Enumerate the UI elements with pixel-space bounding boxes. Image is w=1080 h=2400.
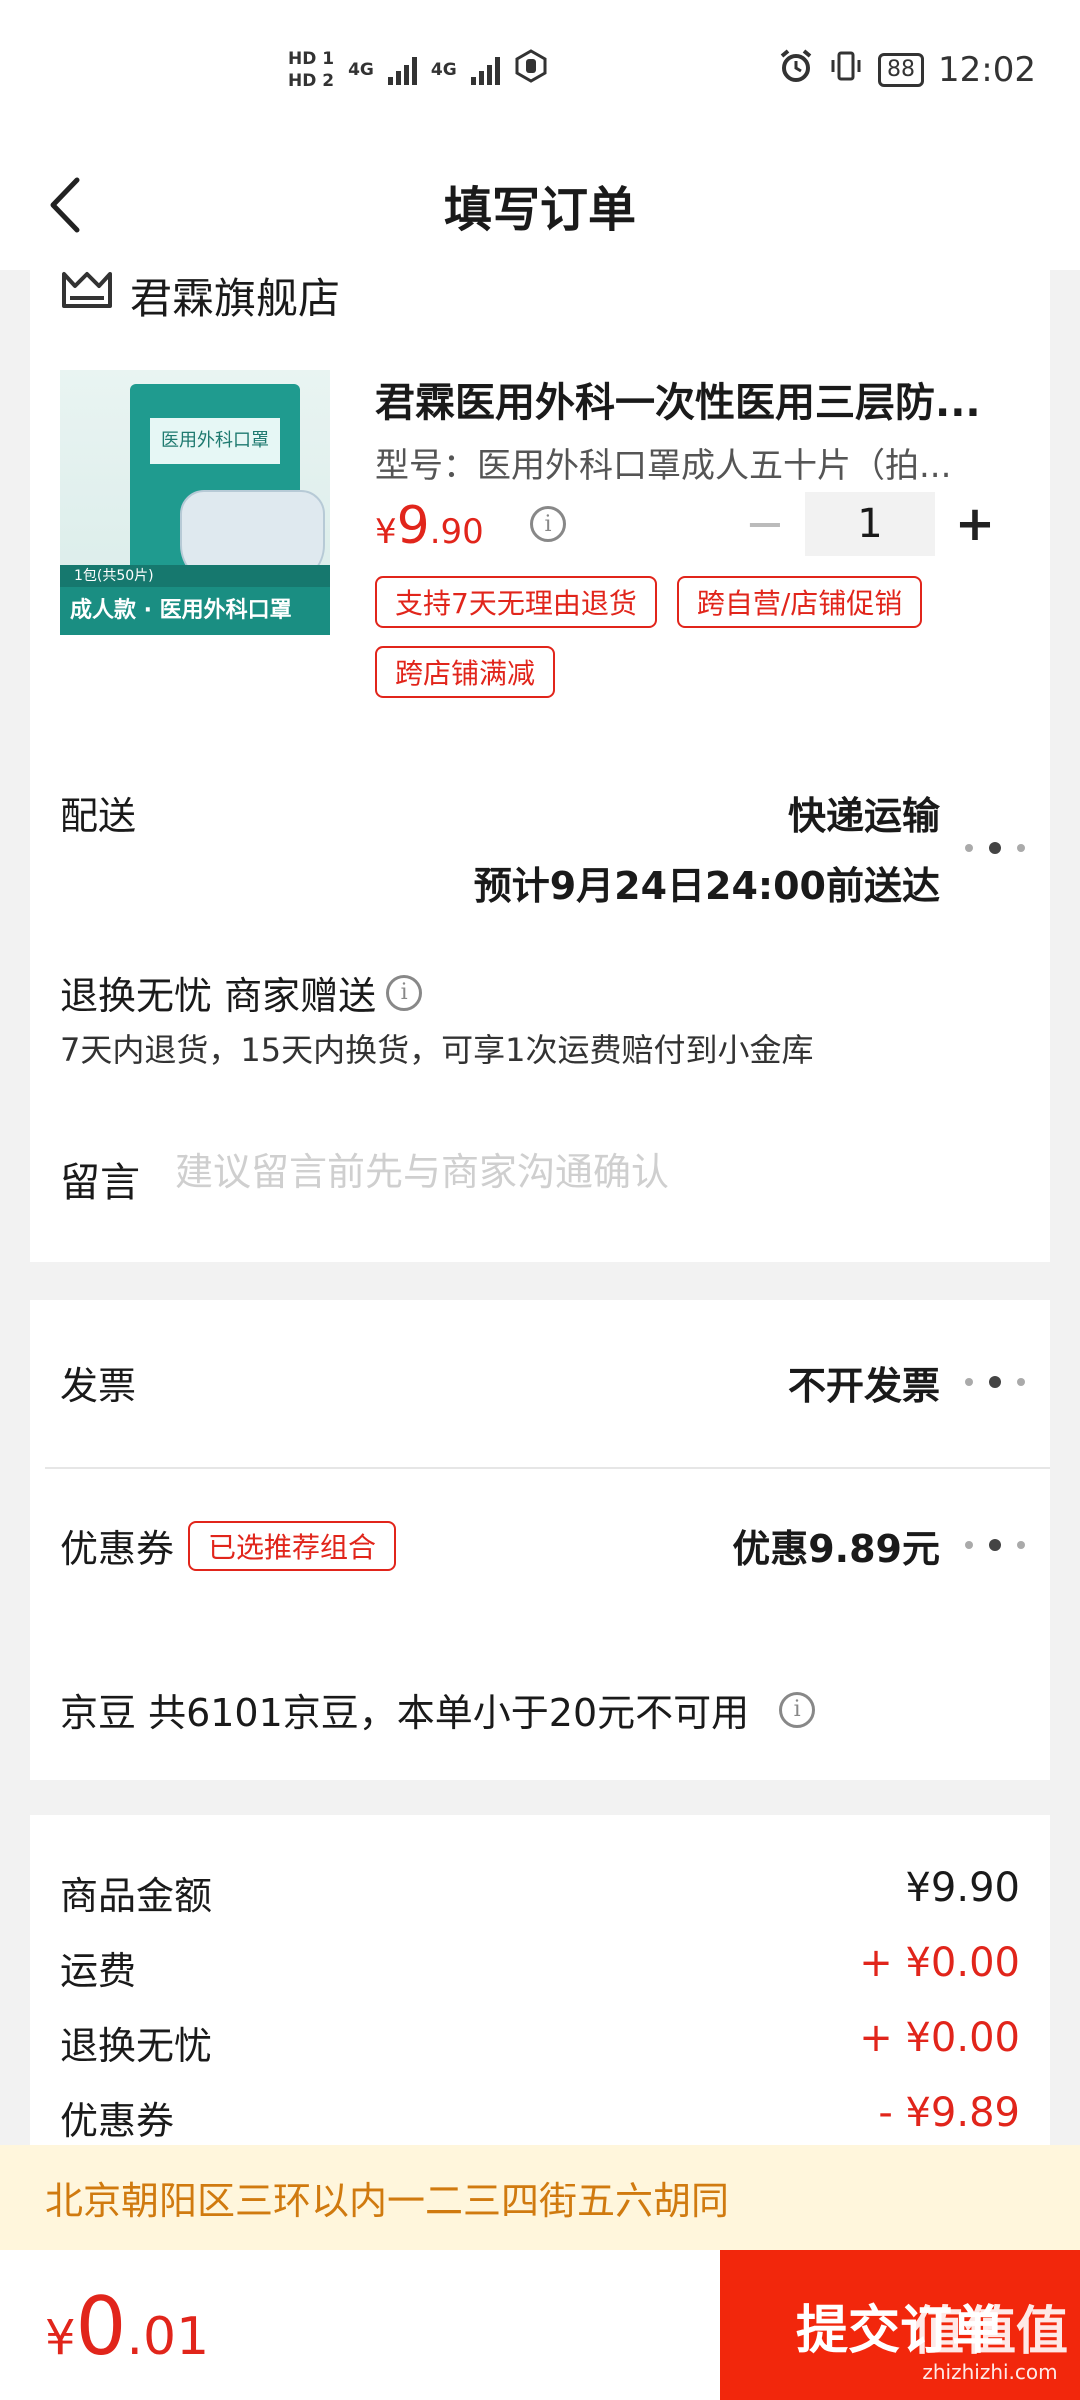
summary-row: 商品金额 ¥9.90 [60,1865,1020,1920]
summary-label: 退换无忧 [60,2024,213,2068]
watermark: 值值值 zhizhizhi.com [912,2304,1068,2384]
total-decimal: .01 [126,2307,210,2367]
summary-row: 运费 + ¥0.00 [60,1940,1020,1995]
battery-icon: 88 [878,53,925,87]
image-band-label: 成人款 · 医用外科口罩 [60,587,330,635]
total-int: 0 [75,2280,127,2373]
store-icon [60,270,114,320]
bottom-bar: ¥ 0 .01 提交订单 值值值 zhizhizhi.com [0,2250,1080,2400]
coupon-row: 优惠券 已选推荐组合 [60,1518,397,1573]
back-button[interactable] [30,170,100,240]
summary-label: 商品金额 [60,1874,213,1918]
price-symbol: ¥ [375,512,397,552]
product-price: ¥ 9 .90 [375,496,484,556]
summary-label: 运费 [60,1949,137,1993]
clock: 12:02 [938,50,1036,90]
invoice-more-icon[interactable] [965,1372,1025,1392]
image-band: 1包(共50片) 成人款 · 医用外科口罩 [60,565,330,635]
sim-tags: HD 1 HD 2 [288,48,334,92]
jingdou-text: 京豆 共6101京豆，本单小于20元不可用 [60,1691,750,1735]
delivery-eta[interactable]: 预计9月24日24:00前送达 [474,855,940,910]
invoice-value[interactable]: 不开发票 [788,1355,940,1410]
summary-value: + ¥0.00 [859,1940,1020,1986]
coupon-value[interactable]: 优惠9.89元 [732,1518,940,1573]
watermark-main: 值值值 [911,2302,1068,2362]
message-input[interactable] [175,1142,1015,1202]
product-image[interactable]: 医用外科口罩 1包(共50片) 成人款 · 医用外科口罩 [60,370,330,635]
hand-icon [514,48,548,92]
price-decimal: .90 [429,512,484,552]
sim2-tag: HD 2 [288,71,335,91]
increase-button[interactable]: + [935,496,1015,552]
status-bar: HD 1 HD 2 4G 4G 88 12:02 [0,0,1080,140]
address-bar[interactable]: 北京朝阳区三环以内一二三四街五六胡同 [0,2145,1080,2250]
service-desc: 7天内退货，15天内换货，可享1次运费赔付到小金库 [60,1031,814,1069]
nav-bar: 填写订单 [0,140,1080,270]
summary-label: 优惠券 [60,2099,175,2143]
jingdou-info-icon[interactable]: i [779,1691,816,1728]
delivery-label: 配送 [60,794,137,838]
summary-value: ¥9.90 [905,1865,1020,1911]
divider [45,1467,1050,1469]
quantity-stepper: − 1 + [725,492,1015,556]
total-symbol: ¥ [45,2310,76,2366]
vibrate-icon [828,48,864,93]
tag-return: 支持7天无理由退货 [375,576,657,628]
total-price: ¥ 0 .01 [45,2280,209,2373]
status-left: HD 1 HD 2 4G 4G [288,48,548,92]
summary-row: 退换无忧 + ¥0.00 [60,2015,1020,2070]
price-int: 9 [396,496,430,556]
promo-tags: 支持7天无理由退货 跨自营/店铺促销 跨店铺满减 [375,576,1035,698]
quantity-value[interactable]: 1 [805,492,935,556]
page-title: 填写订单 [443,182,636,238]
alarm-icon [778,48,814,93]
price-summary-card: 商品金额 ¥9.90 运费 + ¥0.00 退换无忧 + ¥0.00 优惠券 -… [30,1815,1050,2145]
service-info-icon[interactable]: i [386,974,423,1011]
store-row[interactable]: 君霖旗舰店 [60,270,340,323]
chevron-left-icon [50,177,80,233]
signal1-icon [387,55,417,85]
package-label: 医用外科口罩 [150,418,280,464]
discount-card: 发票 不开发票 优惠券 已选推荐组合 优惠9.89元 京豆 共6101京豆，本单… [30,1300,1050,1780]
network1-label: 4G [348,60,374,80]
coupon-more-icon[interactable] [965,1535,1025,1555]
message-label: 留言 [60,1160,140,1206]
product-spec[interactable]: 型号：医用外科口罩成人五十片（拍... [375,438,1020,487]
signal2-icon [470,55,500,85]
summary-value: - ¥9.89 [878,2090,1020,2136]
order-item-card: 君霖旗舰店 医用外科口罩 1包(共50片) 成人款 · 医用外科口罩 君霖医用外… [30,270,1050,1262]
summary-row: 优惠券 - ¥9.89 [60,2090,1020,2145]
store-name: 君霖旗舰店 [130,273,341,323]
delivery-method[interactable]: 快递运输 [788,785,940,840]
watermark-sub: zhizhizhi.com [922,2360,1058,2384]
service-title: 退换无忧 商家赠送 [60,974,377,1018]
product-title[interactable]: 君霖医用外科一次性医用三层防... [375,370,1020,428]
image-count-label: 1包(共50片) [60,565,330,587]
summary-value: + ¥0.00 [859,2015,1020,2061]
sim1-tag: HD 1 [288,49,335,69]
status-right: 88 12:02 [778,48,1036,93]
network2-label: 4G [430,60,457,80]
delivery-more-icon[interactable] [965,838,1025,858]
price-info-icon[interactable]: i [530,506,566,542]
service-title-row: 退换无忧 商家赠送 i [60,965,423,1020]
coupon-badge: 已选推荐组合 [188,1520,397,1571]
tag-discount: 跨店铺满减 [375,646,556,698]
decrease-button[interactable]: − [725,496,805,552]
coupon-label: 优惠券 [60,1527,175,1571]
jingdou-row: 京豆 共6101京豆，本单小于20元不可用 i [60,1682,816,1737]
tag-promo: 跨自营/店铺促销 [676,576,923,628]
invoice-label: 发票 [60,1364,137,1408]
